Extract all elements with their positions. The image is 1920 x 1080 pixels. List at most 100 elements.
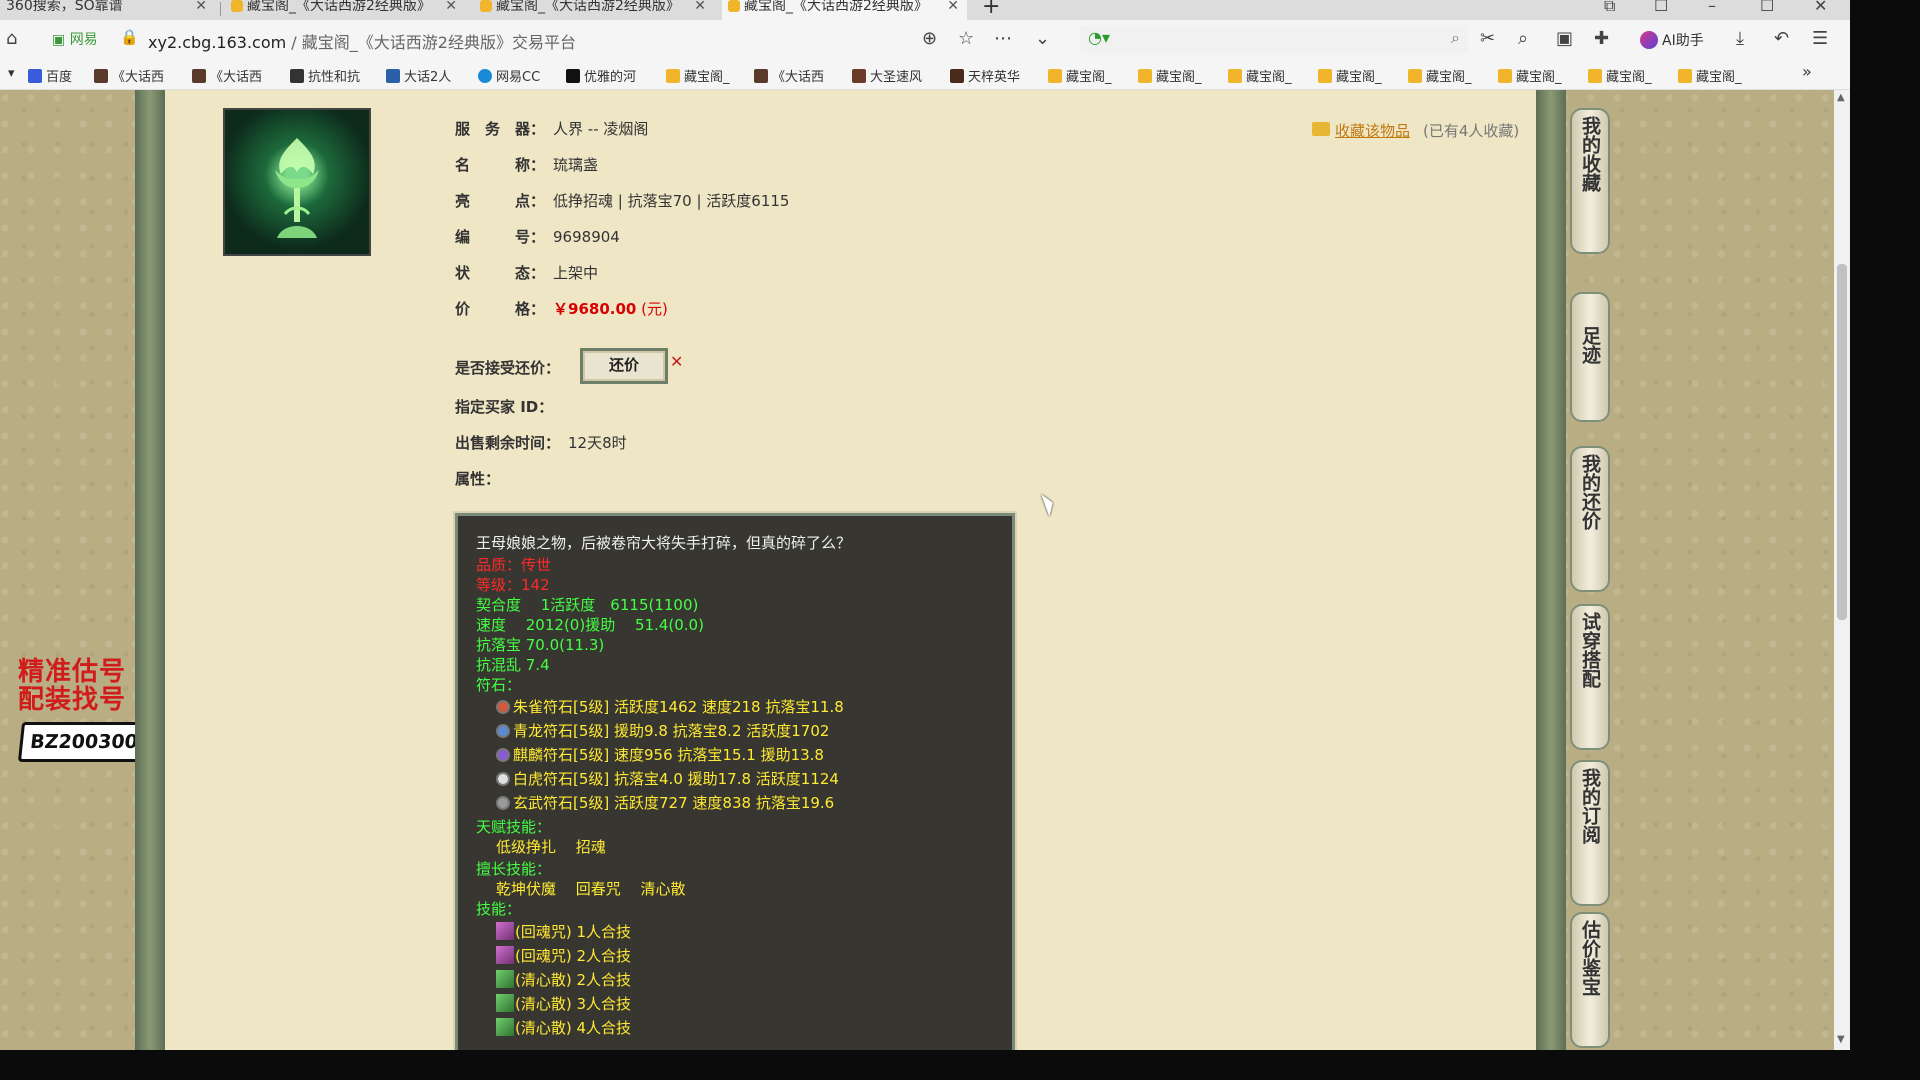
bookmark-item[interactable]: 《大话西 xyxy=(94,66,164,85)
bookmark-item[interactable]: 藏宝阁_ xyxy=(1318,66,1382,85)
maximize-icon[interactable]: ☐ xyxy=(1760,0,1774,15)
ad-banner[interactable]: 精准估号 配装找号 xyxy=(18,658,126,714)
ai-helper-icon xyxy=(1640,31,1658,49)
close-icon[interactable]: ✕ xyxy=(445,0,457,13)
bookmarks-dropdown-icon[interactable]: ▾ xyxy=(8,66,15,81)
bookmark-item[interactable]: 藏宝阁_ xyxy=(1408,66,1472,85)
window-tile-icon[interactable]: ☐ xyxy=(1654,0,1668,15)
skill-item: (回魂咒) 1人合技 xyxy=(496,922,631,941)
item-quality: 品质：传世 xyxy=(476,556,552,574)
undo-icon[interactable]: ↶ xyxy=(1774,28,1789,49)
lock-icon[interactable]: 🔒 xyxy=(120,28,139,46)
side-tab-my-bargains[interactable]: 我的还价 xyxy=(1570,446,1610,592)
page-scrollbar[interactable]: ▲ ▼ xyxy=(1834,90,1850,1050)
scroll-down-icon[interactable]: ▼ xyxy=(1837,1034,1845,1045)
close-icon[interactable]: ✕ xyxy=(947,0,959,13)
skills-label: 技能： xyxy=(476,900,522,918)
field-status: 状 态： 上架中 xyxy=(455,262,598,283)
bookmarks-overflow-icon[interactable]: » xyxy=(1802,62,1812,81)
rune-icon xyxy=(496,724,510,738)
ad-code-badge[interactable]: BZ200300 xyxy=(17,722,151,762)
bargain-button[interactable]: 还价 xyxy=(580,348,668,384)
skill-icon xyxy=(496,946,514,964)
bookmark-label: 藏宝阁_ xyxy=(1066,70,1112,85)
menu-icon[interactable]: ☰ xyxy=(1812,28,1828,49)
bookmark-item[interactable]: 藏宝阁_ xyxy=(1588,66,1652,85)
item-level: 等级：142 xyxy=(476,576,550,594)
bookmark-item[interactable]: 网易CC xyxy=(478,66,540,85)
favorite-count: (已有4人收藏) xyxy=(1423,122,1520,140)
bookmark-item[interactable]: 天梓英华 xyxy=(950,66,1020,85)
rune-item: 白虎符石[5级] 抗落宝4.0 援助17.8 活跃度1124 xyxy=(496,770,839,788)
url-text[interactable]: xy2.cbg.163.com / 藏宝阁_《大话西游2经典版》交易平台 xyxy=(148,29,576,53)
side-tab-appraisal[interactable]: 估价鉴宝 xyxy=(1570,912,1610,1048)
bookmark-item[interactable]: 藏宝阁_ xyxy=(666,66,730,85)
close-icon[interactable]: ✕ xyxy=(195,0,207,13)
bookmark-item[interactable]: 《大话西 xyxy=(754,66,824,85)
extensions-icon[interactable]: ✚ xyxy=(1594,28,1609,49)
skill-icon xyxy=(496,1018,514,1036)
close-icon[interactable]: ✕ xyxy=(694,0,706,13)
tab-cbg-1[interactable]: 藏宝阁_《大话西游2经典版》 ✕ xyxy=(225,0,465,20)
side-tab-history[interactable]: 足迹 xyxy=(1570,292,1610,422)
bookmark-item[interactable]: 藏宝阁_ xyxy=(1678,66,1742,85)
bookmark-label: 《大话西 xyxy=(772,70,825,85)
scroll-thumb[interactable] xyxy=(1837,264,1847,620)
bookmark-item[interactable]: 优雅的河 xyxy=(566,66,636,85)
field-value: 低挣招魂 | 抗落宝70 | 活跃度6115 xyxy=(553,192,790,210)
side-tab-label: 估价鉴宝 xyxy=(1579,920,1601,996)
attr-line-1: 契合度 1活跃度 6115(1100) xyxy=(476,596,699,614)
url-domain: xy2.cbg.163.com xyxy=(148,33,287,52)
field-label: 服 务 器： xyxy=(455,120,546,138)
tab-cbg-2[interactable]: 藏宝阁_《大话西游2经典版》 ✕ xyxy=(474,0,714,20)
location-icon[interactable]: ⊕ xyxy=(922,28,937,49)
expert-label: 擅长技能： xyxy=(476,860,552,878)
side-tab-favorites[interactable]: 我的收藏 xyxy=(1570,108,1610,254)
tab-360-search[interactable]: 360搜索，SO靠谱 ✕ xyxy=(0,0,215,20)
bookmark-label: 天梓英华 xyxy=(968,70,1021,85)
search-input[interactable]: ◔▾ ⌕ xyxy=(1080,25,1468,53)
bookmark-label: 藏宝阁_ xyxy=(1246,70,1292,85)
bookmark-item[interactable]: 抗性和抗 xyxy=(290,66,360,85)
new-tab-icon[interactable]: + xyxy=(982,0,1000,19)
bookmark-item[interactable]: 大圣速风 xyxy=(852,66,922,85)
search-icon[interactable]: ⌕ xyxy=(1451,28,1460,48)
find-icon[interactable]: ⌕ xyxy=(1518,28,1528,49)
chevron-down-icon[interactable]: ⌄ xyxy=(1035,28,1050,49)
side-tab-try-on[interactable]: 试穿搭配 xyxy=(1570,604,1610,750)
tab-title: 藏宝阁_《大话西游2经典版》 xyxy=(496,0,680,14)
minimize-icon[interactable]: – xyxy=(1708,0,1716,15)
game-icon xyxy=(192,69,206,83)
bookmark-item[interactable]: 藏宝阁_ xyxy=(1498,66,1562,85)
bookmark-item[interactable]: 藏宝阁_ xyxy=(1048,66,1112,85)
bookmark-baidu[interactable]: 百度 xyxy=(28,66,72,85)
skill-icon xyxy=(496,922,514,940)
search-engine-icon[interactable]: ◔▾ xyxy=(1088,28,1110,47)
bookmark-item[interactable]: 藏宝阁_ xyxy=(1228,66,1292,85)
address-bar[interactable]: ▣ 网易 🔒 xy2.cbg.163.com / 藏宝阁_《大话西游2经典版》交… xyxy=(44,25,1074,53)
field-server: 服 务 器： 人界 -- 凌烟阁 xyxy=(455,118,648,139)
tab-cbg-active[interactable]: 藏宝阁_《大话西游2经典版》 ✕ xyxy=(722,0,967,20)
download-icon[interactable]: ⤓ xyxy=(1736,28,1744,49)
bookmark-item[interactable]: 藏宝阁_ xyxy=(1138,66,1202,85)
scroll-up-icon[interactable]: ▲ xyxy=(1837,92,1845,103)
tab-menu-icon[interactable]: ⧉ xyxy=(1604,0,1615,16)
bookmark-label: 抗性和抗 xyxy=(308,70,361,85)
item-thumbnail[interactable] xyxy=(223,108,371,256)
more-icon[interactable]: ⋯ xyxy=(994,28,1012,49)
side-tab-subscriptions[interactable]: 我的订阅 xyxy=(1570,760,1610,906)
tab-bar: 360搜索，SO靠谱 ✕ 藏宝阁_《大话西游2经典版》 ✕ 藏宝阁_《大话西游2… xyxy=(0,0,1850,20)
home-icon[interactable]: ⌂ xyxy=(6,28,17,49)
ai-helper-button[interactable]: AI助手 xyxy=(1640,30,1704,50)
favorite-item-link[interactable]: 收藏该物品 xyxy=(1313,120,1410,141)
bookmark-item[interactable]: 大话2人 xyxy=(386,66,451,85)
bookmark-item[interactable]: 《大话西 xyxy=(192,66,262,85)
star-icon[interactable]: ☆ xyxy=(958,28,974,49)
field-remaining-time: 出售剩余时间： 12天8时 xyxy=(455,432,627,453)
cc-icon xyxy=(478,69,492,83)
screenshot-icon[interactable]: ▣ xyxy=(1556,28,1573,49)
scissors-icon[interactable]: ✂ xyxy=(1480,28,1495,49)
bookmark-label: 藏宝阁_ xyxy=(684,70,730,85)
window-close-icon[interactable]: ✕ xyxy=(1814,0,1827,15)
talent-label: 天赋技能： xyxy=(476,818,552,836)
